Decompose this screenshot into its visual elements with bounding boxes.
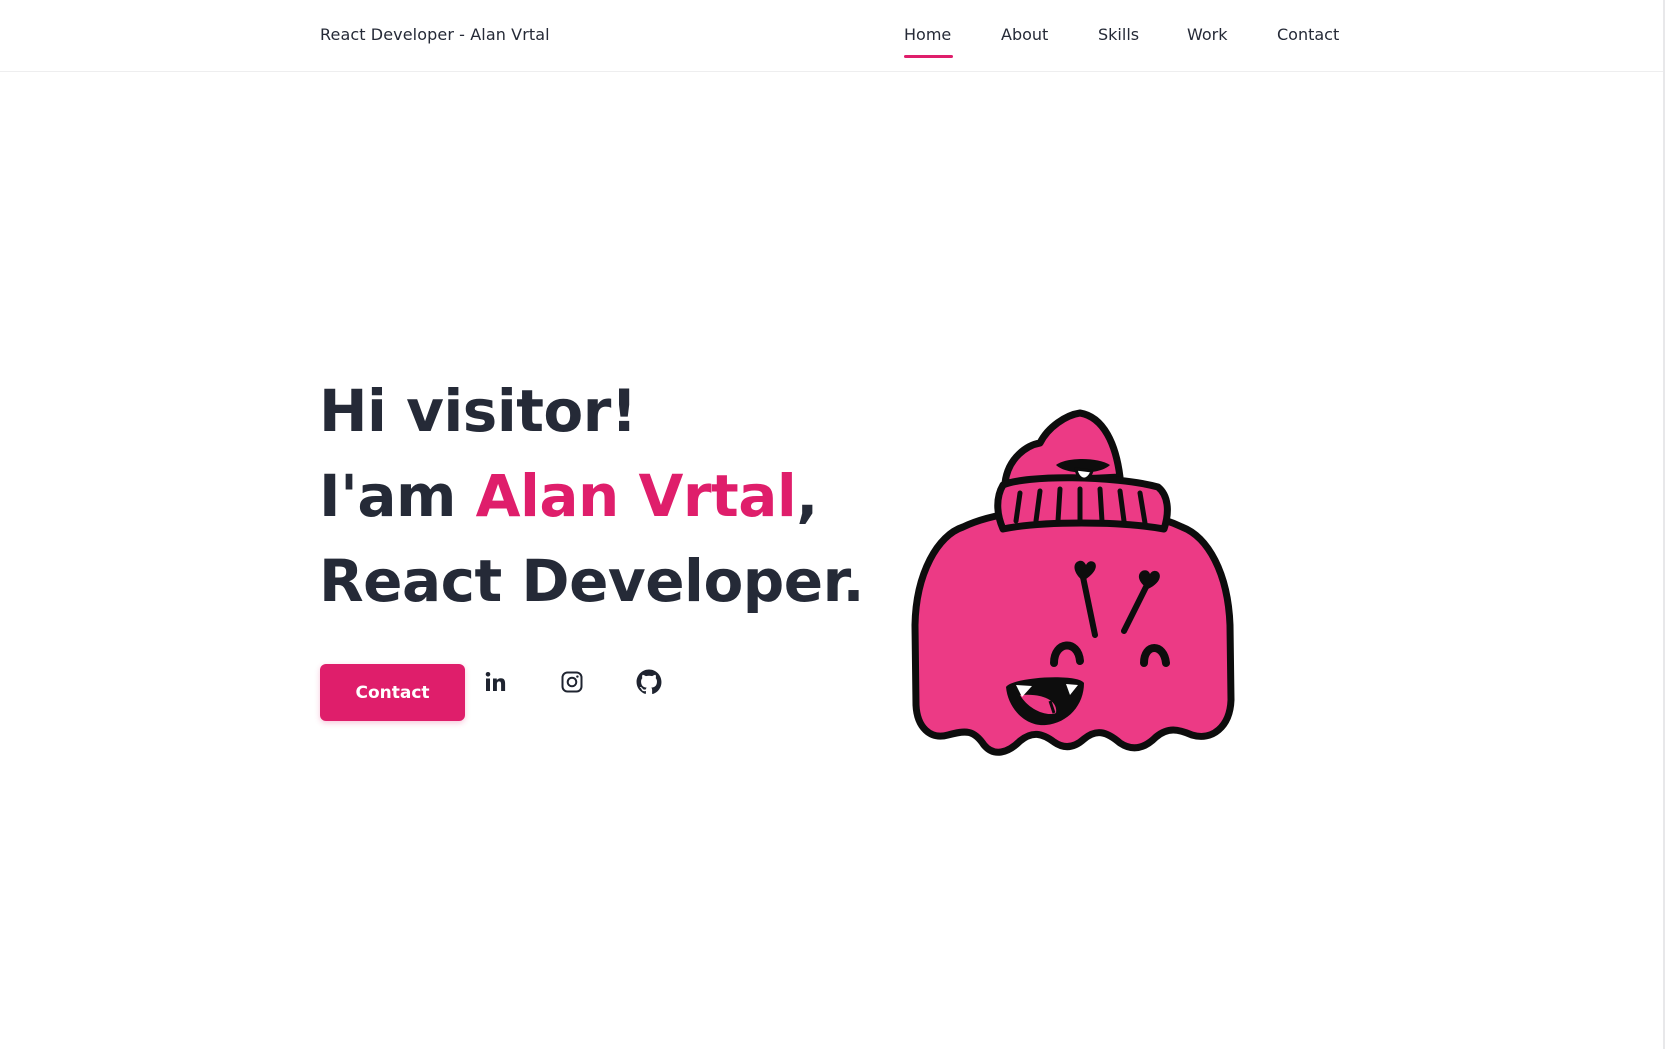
nav-active-indicator: [904, 55, 953, 58]
nav-contact[interactable]: Contact: [1277, 25, 1339, 44]
hero-greeting: Hi visitor!: [319, 377, 637, 445]
instagram-icon: [561, 671, 583, 693]
site-header: React Developer - Alan Vrtal Home About …: [0, 0, 1663, 72]
ghost-mascot-illustration: [911, 409, 1235, 756]
nav-about[interactable]: About: [1001, 25, 1048, 44]
page: React Developer - Alan Vrtal Home About …: [0, 0, 1665, 1049]
linkedin-icon: [485, 672, 506, 691]
nav-home[interactable]: Home: [904, 25, 951, 44]
nav-work[interactable]: Work: [1187, 25, 1228, 44]
contact-button[interactable]: Contact: [320, 664, 465, 721]
hero-role: React Developer.: [319, 547, 865, 615]
hero-intro-prefix: I'am: [319, 462, 476, 530]
github-link[interactable]: [634, 667, 664, 697]
hat-top: [1001, 409, 1124, 487]
hero-intro: I'am Alan Vrtal,: [319, 463, 818, 529]
brand-title[interactable]: React Developer - Alan Vrtal: [320, 25, 550, 44]
github-icon: [636, 669, 662, 695]
hero-intro-suffix: ,: [796, 462, 818, 530]
linkedin-link[interactable]: [481, 667, 511, 697]
ghost-body: [911, 505, 1235, 756]
instagram-link[interactable]: [557, 667, 587, 697]
nav-skills[interactable]: Skills: [1098, 25, 1139, 44]
hero-name: Alan Vrtal: [475, 462, 797, 530]
